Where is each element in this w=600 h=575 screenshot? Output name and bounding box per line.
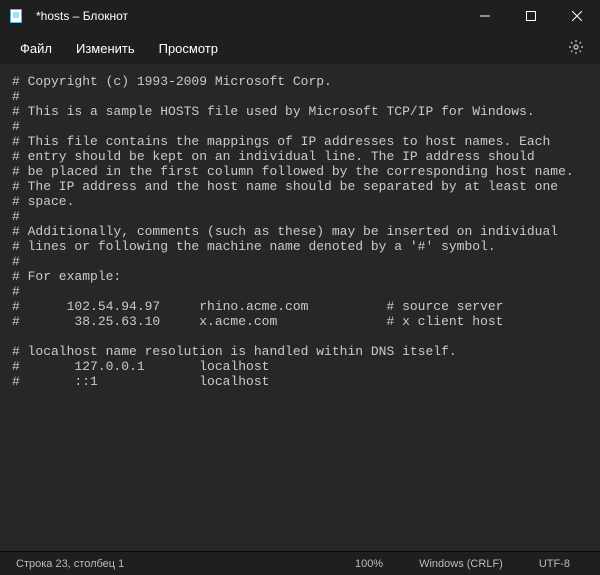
menubar: Файл Изменить Просмотр (0, 32, 600, 64)
menu-view[interactable]: Просмотр (147, 37, 230, 60)
app-icon (8, 8, 24, 24)
window-title: *hosts – Блокнот (36, 9, 462, 23)
menu-edit[interactable]: Изменить (64, 37, 147, 60)
window-controls (462, 0, 600, 32)
statusbar: Строка 23, столбец 1 100% Windows (CRLF)… (0, 551, 600, 575)
encoding[interactable]: UTF-8 (521, 558, 588, 570)
maximize-button[interactable] (508, 0, 554, 32)
cursor-position: Строка 23, столбец 1 (12, 558, 128, 570)
zoom-level[interactable]: 100% (337, 558, 401, 570)
settings-button[interactable] (560, 35, 592, 62)
line-ending[interactable]: Windows (CRLF) (401, 558, 521, 570)
text-editor[interactable]: # Copyright (c) 1993-2009 Microsoft Corp… (0, 64, 600, 551)
menu-file[interactable]: Файл (8, 37, 64, 60)
titlebar: *hosts – Блокнот (0, 0, 600, 32)
minimize-button[interactable] (462, 0, 508, 32)
close-button[interactable] (554, 0, 600, 32)
